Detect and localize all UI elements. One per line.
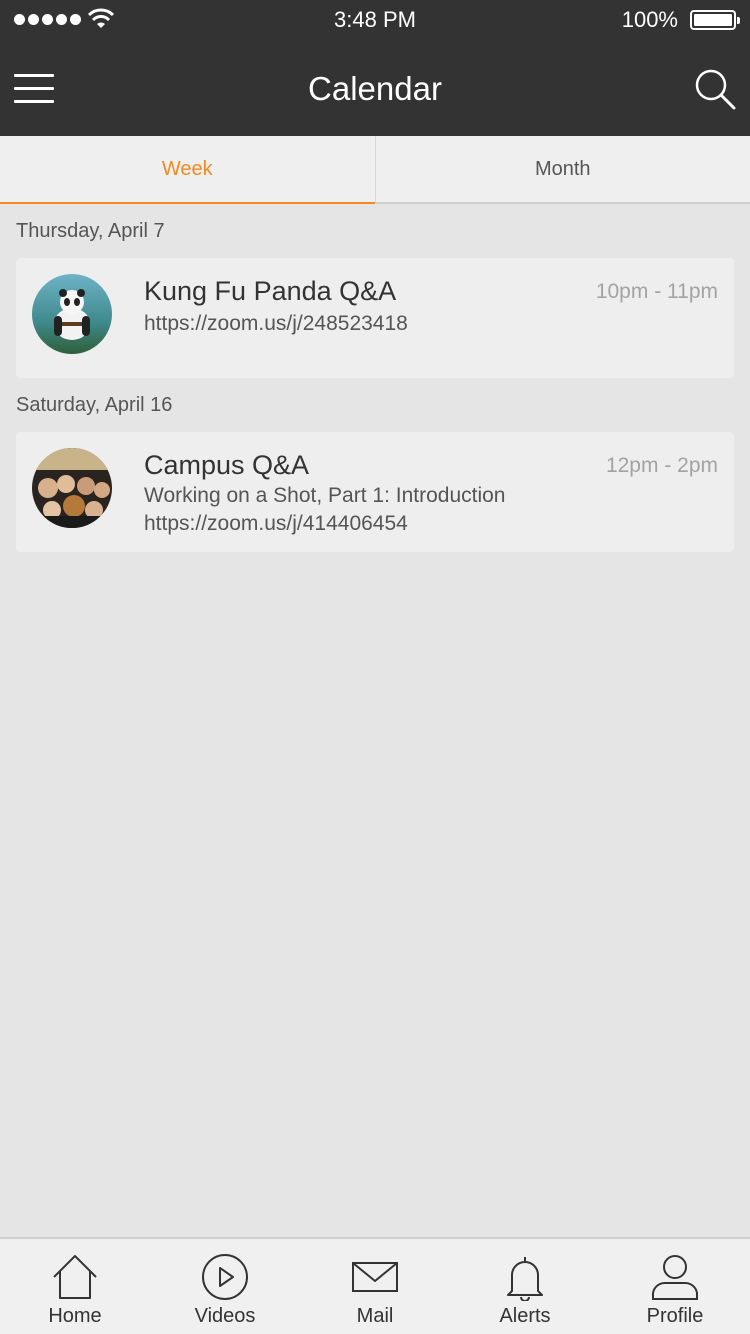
event-time: 10pm - 11pm	[595, 280, 718, 303]
tab-label: Videos	[194, 1305, 256, 1327]
event-time: 12pm - 2pm	[605, 454, 718, 477]
view-tabs: Week Month	[0, 136, 750, 204]
event-avatar	[32, 274, 112, 354]
date-header: Saturday, April 16	[16, 394, 173, 416]
status-bar: 3:48 PM 100%	[0, 0, 750, 40]
event-link: https://zoom.us/j/248523418	[144, 312, 408, 335]
tab-profile[interactable]: Profile	[600, 1239, 750, 1334]
event-title: Kung Fu Panda Q&A	[144, 276, 397, 306]
tab-home[interactable]: Home	[0, 1239, 150, 1334]
event-subtitle: Working on a Shot, Part 1: Introduction	[144, 484, 506, 507]
event-card[interactable]: Campus Q&A 12pm - 2pm Working on a Shot,…	[16, 432, 734, 552]
tab-mail[interactable]: Mail	[300, 1239, 450, 1334]
tab-alerts[interactable]: Alerts	[450, 1239, 600, 1334]
bottom-tab-bar: Home Videos Mail Alerts Profile	[0, 1237, 750, 1334]
event-title: Campus Q&A	[144, 450, 310, 480]
battery-icon	[690, 10, 740, 30]
top-bar: 3:48 PM 100% Calendar	[0, 0, 750, 136]
home-icon	[53, 1255, 97, 1299]
event-list: Thursday, April 7 Kung Fu Panda Q&A 10pm…	[0, 204, 750, 552]
person-icon	[652, 1255, 698, 1300]
tab-label: Mail	[356, 1305, 394, 1327]
tab-label: Profile	[646, 1305, 704, 1327]
tab-label: Home	[48, 1305, 102, 1327]
page-title: Calendar	[308, 70, 442, 107]
search-icon[interactable]	[694, 68, 736, 110]
tab-month[interactable]: Month	[374, 136, 750, 202]
event-link: https://zoom.us/j/414406454	[144, 512, 408, 535]
battery-percentage: 100%	[621, 7, 678, 32]
mail-icon	[352, 1262, 398, 1292]
tab-label: Alerts	[499, 1305, 551, 1327]
event-avatar	[32, 448, 112, 528]
event-card[interactable]: Kung Fu Panda Q&A 10pm - 11pm https://zo…	[16, 258, 734, 378]
bell-icon	[507, 1257, 543, 1301]
play-circle-icon	[202, 1254, 248, 1300]
date-header: Thursday, April 7	[16, 220, 165, 242]
tab-videos[interactable]: Videos	[150, 1239, 300, 1334]
tab-week[interactable]: Week	[0, 136, 375, 204]
